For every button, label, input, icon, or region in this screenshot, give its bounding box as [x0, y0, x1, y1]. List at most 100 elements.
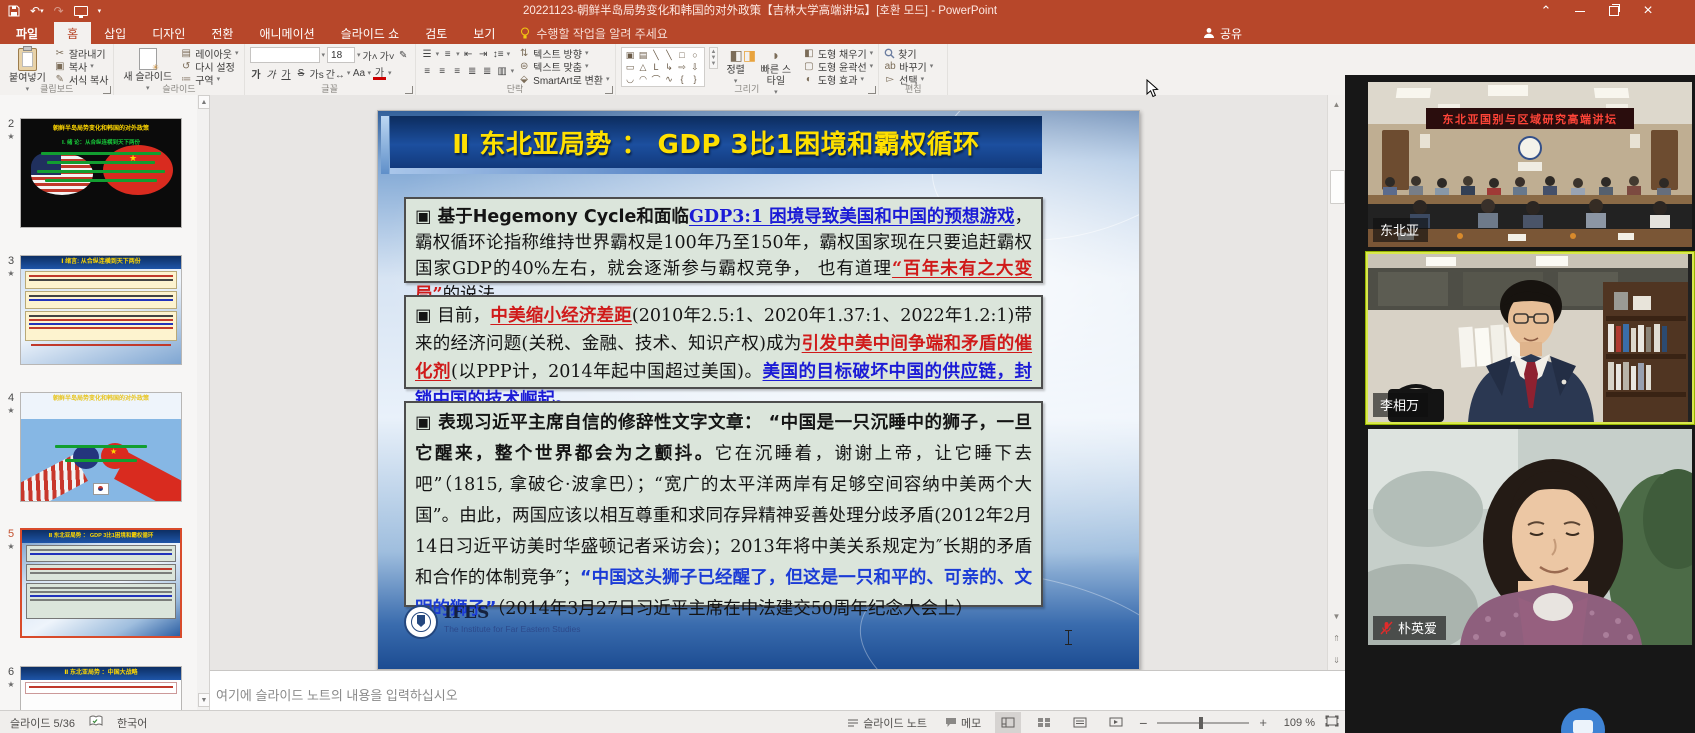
zoom-slider[interactable]: [1157, 722, 1249, 724]
thumb-scroll-down-icon[interactable]: ▼: [198, 693, 210, 707]
align-left-button[interactable]: ≡: [421, 64, 434, 78]
notes-pane[interactable]: 여기에 슬라이드 노트의 내용을 입력하십시오: [210, 670, 1345, 711]
normal-view-button[interactable]: [995, 712, 1021, 733]
minimize-icon[interactable]: [1563, 0, 1597, 22]
tab-file[interactable]: 파일: [0, 22, 54, 44]
thumbnail-slide-2[interactable]: 2 ★ 朝鲜半岛局势变化和韩国的对外政策 Ⅰ. 绪 论：从合纵连横到天下两份: [20, 118, 182, 228]
clipboard-dialog-launcher[interactable]: [103, 86, 111, 94]
zoom-in-button[interactable]: +: [1259, 715, 1267, 730]
shapes-gallery[interactable]: ▣▤╲╲□○ ▭△L↳⇨⇩ ◡◠⌒∿{}: [621, 47, 705, 87]
text-shadow-button[interactable]: 가s: [310, 66, 324, 80]
bold-button[interactable]: 가: [250, 66, 263, 80]
close-icon[interactable]: ×: [1631, 0, 1665, 22]
thumbnail-slide-6[interactable]: 6 ★ Ⅱ 东北亚局势 ：中国大战略: [20, 666, 182, 710]
strikethrough-button[interactable]: S: [295, 66, 308, 80]
video-tile-listener[interactable]: 朴英爱: [1368, 429, 1692, 645]
spellcheck-icon[interactable]: [89, 715, 103, 730]
tab-animations[interactable]: 애니메이션: [246, 22, 327, 44]
paragraph-dialog-launcher[interactable]: [605, 86, 613, 94]
clear-format-icon[interactable]: ✎: [397, 48, 410, 62]
align-center-button[interactable]: ≡: [436, 64, 449, 78]
share-button[interactable]: 공유: [1203, 22, 1242, 44]
notes-toggle-button[interactable]: 슬라이드 노트: [843, 712, 931, 733]
distribute-button[interactable]: ≣: [481, 64, 494, 78]
tab-review[interactable]: 검토: [412, 22, 460, 44]
increase-indent-button[interactable]: ⇥: [477, 47, 490, 61]
zoom-level[interactable]: 109 %: [1277, 717, 1315, 729]
copy-button[interactable]: ▣복사▾: [54, 60, 109, 72]
restore-icon[interactable]: [1597, 0, 1631, 22]
tab-insert[interactable]: 삽입: [91, 22, 139, 44]
participant-name-badge: 东北亚: [1373, 218, 1428, 242]
font-color-button[interactable]: 가: [373, 66, 386, 80]
change-case-button[interactable]: Aa: [352, 66, 365, 80]
video-tile-classroom[interactable]: 东北亚国别与区域研究高端讲坛: [1368, 82, 1692, 247]
align-right-button[interactable]: ≡: [451, 64, 464, 78]
scroll-down-icon[interactable]: ▼: [1328, 609, 1345, 624]
line-spacing-button[interactable]: ↕≡: [492, 47, 505, 61]
reading-view-button[interactable]: [1067, 712, 1093, 733]
shape-outline-button[interactable]: ▢도형 윤곽선▾: [803, 60, 873, 72]
slide-title-banner[interactable]: Ⅱ 东北亚局势 ： GDP 3比1困境和霸权循环: [390, 116, 1042, 168]
tell-me-box[interactable]: 수행할 작업을 알려 주세요: [508, 22, 679, 44]
shapes-gallery-scroll[interactable]: ▲▼▼: [709, 47, 719, 69]
previous-slide-icon[interactable]: ⇑: [1328, 631, 1345, 646]
fit-to-window-button[interactable]: [1325, 715, 1339, 730]
shape-fill-button[interactable]: ◧도형 채우기▾: [803, 47, 873, 59]
char-spacing-button[interactable]: 간↔: [326, 66, 345, 80]
redo-icon[interactable]: ↷: [54, 0, 64, 22]
thumb-scroll-up-icon[interactable]: ▲: [198, 95, 210, 109]
drawing-dialog-launcher[interactable]: [868, 86, 876, 94]
thumbnail-slide-3[interactable]: 3 ★ Ⅰ 绪言: 从合纵连横到天下两份: [20, 255, 182, 365]
ribbon-display-options-icon[interactable]: ⌃: [1529, 0, 1563, 22]
text-direction-button[interactable]: ⇅텍스트 방향▾: [518, 47, 609, 59]
slide-canvas[interactable]: Ⅱ 东北亚局势 ： GDP 3比1困境和霸权循环 ▣ 基于Hegemony Cy…: [377, 110, 1140, 670]
layout-button[interactable]: ▤레이아웃▾: [180, 47, 238, 59]
tab-home[interactable]: 홈: [54, 22, 91, 44]
columns-button[interactable]: ▥: [496, 64, 509, 78]
font-name-input[interactable]: [250, 47, 320, 63]
reset-button[interactable]: ↺다시 설정: [180, 60, 238, 72]
slideshow-view-button[interactable]: [1103, 712, 1129, 733]
memo-button[interactable]: 메모: [941, 712, 985, 733]
scrollbar-thumb[interactable]: [1330, 170, 1345, 204]
replace-button[interactable]: ab바꾸기▾: [884, 60, 933, 72]
thumbnail-scrollbar[interactable]: ▲ ▼: [197, 95, 210, 710]
slide-text-box-2[interactable]: ▣ 目前，中美缩小经济差距(2010年2.5:1、2020年1.37:1、202…: [404, 295, 1043, 389]
find-button[interactable]: 찾기: [884, 47, 933, 59]
align-text-button[interactable]: ⊜텍스트 맞춤▾: [518, 60, 609, 72]
font-size-input[interactable]: 18: [327, 47, 355, 63]
tab-transitions[interactable]: 전환: [198, 22, 246, 44]
meeting-app-bubble[interactable]: [1561, 708, 1605, 733]
tab-slideshow[interactable]: 슬라이드 쇼: [328, 22, 413, 44]
undo-icon[interactable]: ↶▾: [30, 0, 44, 22]
customize-qat-icon[interactable]: ▾: [98, 0, 102, 22]
zoom-out-button[interactable]: −: [1139, 715, 1147, 731]
italic-button[interactable]: 가: [265, 66, 278, 80]
bullets-button[interactable]: ☰: [421, 47, 434, 61]
slide-area-scrollbar[interactable]: ▲ ▼ ⇑ ⇓: [1327, 95, 1346, 670]
slide-sorter-view-button[interactable]: [1031, 712, 1057, 733]
next-slide-icon[interactable]: ⇓: [1328, 653, 1345, 668]
justify-button[interactable]: ≣: [466, 64, 479, 78]
underline-button[interactable]: 가: [280, 66, 293, 80]
slide-text-box-1[interactable]: ▣ 基于Hegemony Cycle和面临GDP3:1 困境导致美国和中国的预想…: [404, 197, 1043, 283]
titlebar: ↶▾ ↷ ▾ 20221123-朝鲜半岛局势变化和韩国的对外政策【吉林大学高端讲…: [0, 0, 1695, 22]
font-dialog-launcher[interactable]: [405, 86, 413, 94]
language-indicator[interactable]: 한국어: [117, 715, 147, 731]
slide-text-box-3[interactable]: ▣ 表现习近平主席自信的修辞性文字文章： “中国是一只沉睡中的狮子，一旦它醒来，…: [404, 401, 1043, 607]
shrink-font-icon[interactable]: 가˅: [380, 48, 395, 62]
zoom-slider-thumb[interactable]: [1199, 717, 1203, 729]
grow-font-icon[interactable]: 가˄: [363, 48, 378, 62]
decrease-indent-button[interactable]: ⇤: [462, 47, 475, 61]
save-icon[interactable]: [8, 0, 20, 22]
tab-design[interactable]: 디자인: [139, 22, 198, 44]
numbering-button[interactable]: ≡: [441, 47, 454, 61]
thumbnail-slide-4[interactable]: 4 ★ 朝鲜半岛局势变化和韩国的对外政策: [20, 392, 182, 502]
tab-view[interactable]: 보기: [460, 22, 508, 44]
start-slideshow-icon[interactable]: [74, 0, 88, 22]
video-tile-active-speaker[interactable]: 李相万: [1366, 252, 1694, 424]
cut-button[interactable]: ✂잘라내기: [54, 47, 109, 59]
scroll-up-icon[interactable]: ▲: [1328, 97, 1345, 112]
thumbnail-slide-5-selected[interactable]: 5 ★ Ⅱ 东北亚局势 ： GDP 3比1困境和霸权循环: [20, 528, 182, 638]
